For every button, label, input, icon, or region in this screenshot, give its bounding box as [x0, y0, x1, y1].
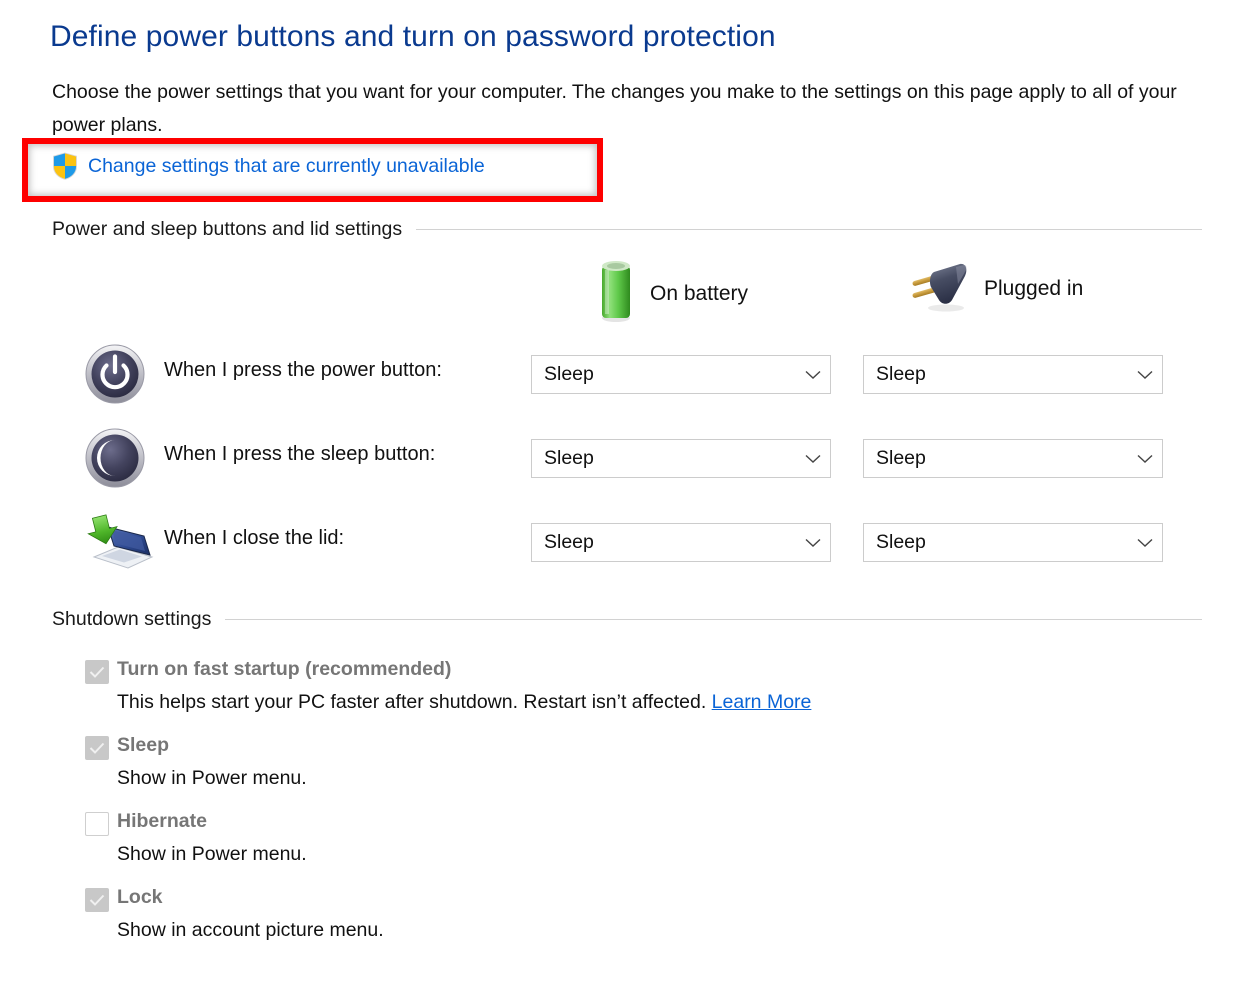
checkbox-fast-startup[interactable]	[85, 660, 109, 684]
checkbox-label-lock: Lock	[117, 886, 163, 908]
group-header-power-rule	[416, 229, 1202, 230]
power-plug-icon	[908, 258, 970, 319]
dropdown-close-lid-on-battery[interactable]: Sleep	[531, 523, 831, 562]
setting-label-close-lid: When I close the lid:	[164, 527, 345, 549]
column-header-plugged-in: Plugged in	[908, 258, 1083, 319]
page-title: Define power buttons and turn on passwor…	[50, 20, 776, 53]
uac-shield-icon	[52, 152, 78, 180]
chevron-down-icon	[1128, 524, 1162, 561]
dropdown-close-lid-on-battery-value: Sleep	[544, 531, 594, 553]
setting-row-power-button: When I press the power button: Sleep Sle…	[0, 343, 1237, 405]
change-settings-row[interactable]: Change settings that are currently unava…	[52, 152, 485, 180]
dropdown-close-lid-plugged-in[interactable]: Sleep	[863, 523, 1163, 562]
setting-label-sleep-button: When I press the sleep button:	[164, 443, 436, 465]
chevron-down-icon	[796, 356, 830, 393]
sleep-moon-icon	[84, 427, 146, 489]
dropdown-close-lid-plugged-in-value: Sleep	[876, 531, 926, 553]
power-options-page: Define power buttons and turn on passwor…	[0, 0, 1237, 996]
column-header-on-battery: On battery	[596, 258, 748, 329]
dropdown-sleep-button-plugged-in[interactable]: Sleep	[863, 439, 1163, 478]
column-headers: On battery Plugged in	[0, 258, 1237, 328]
checkbox-label-fast-startup: Turn on fast startup (recommended)	[117, 658, 452, 680]
group-header-power-label: Power and sleep buttons and lid settings	[52, 218, 403, 240]
dropdown-sleep-button-on-battery[interactable]: Sleep	[531, 439, 831, 478]
dropdown-power-button-on-battery-value: Sleep	[544, 363, 594, 385]
battery-icon	[596, 258, 636, 329]
checkbox-sleep[interactable]	[85, 736, 109, 760]
chevron-down-icon	[1128, 356, 1162, 393]
column-header-on-battery-label: On battery	[650, 281, 749, 305]
checkbox-desc-lock: Show in account picture menu.	[117, 919, 384, 941]
checkbox-desc-sleep: Show in Power menu.	[117, 767, 307, 789]
change-settings-link[interactable]: Change settings that are currently unava…	[88, 155, 485, 178]
dropdown-sleep-button-on-battery-value: Sleep	[544, 447, 594, 469]
checkbox-hibernate[interactable]	[85, 812, 109, 836]
checkbox-desc-hibernate: Show in Power menu.	[117, 843, 307, 865]
chevron-down-icon	[1128, 440, 1162, 477]
dropdown-power-button-plugged-in[interactable]: Sleep	[863, 355, 1163, 394]
dropdown-power-button-on-battery[interactable]: Sleep	[531, 355, 831, 394]
checkbox-lock[interactable]	[85, 888, 109, 912]
checkbox-label-sleep: Sleep	[117, 734, 170, 756]
chevron-down-icon	[796, 440, 830, 477]
laptop-lid-close-icon	[84, 511, 154, 573]
checkbox-desc-text: This helps start your PC faster after sh…	[117, 691, 712, 713]
group-header-shutdown-label: Shutdown settings	[52, 608, 212, 630]
power-button-icon	[84, 343, 146, 405]
learn-more-link[interactable]: Learn More	[712, 691, 812, 713]
group-header-shutdown: Shutdown settings	[52, 608, 1202, 631]
column-header-plugged-in-label: Plugged in	[984, 276, 1084, 300]
group-header-shutdown-rule	[225, 619, 1202, 620]
checkbox-label-hibernate: Hibernate	[117, 810, 207, 832]
intro-paragraph: Choose the power settings that you want …	[52, 81, 1177, 136]
setting-label-power-button: When I press the power button:	[164, 359, 442, 381]
chevron-down-icon	[796, 524, 830, 561]
group-header-power: Power and sleep buttons and lid settings	[52, 218, 1202, 241]
setting-row-sleep-button: When I press the sleep button: Sleep Sle…	[0, 427, 1237, 489]
dropdown-sleep-button-plugged-in-value: Sleep	[876, 447, 926, 469]
checkbox-desc-fast-startup: This helps start your PC faster after sh…	[117, 691, 811, 714]
setting-row-close-lid: When I close the lid: Sleep Sleep	[0, 511, 1237, 573]
dropdown-power-button-plugged-in-value: Sleep	[876, 363, 926, 385]
